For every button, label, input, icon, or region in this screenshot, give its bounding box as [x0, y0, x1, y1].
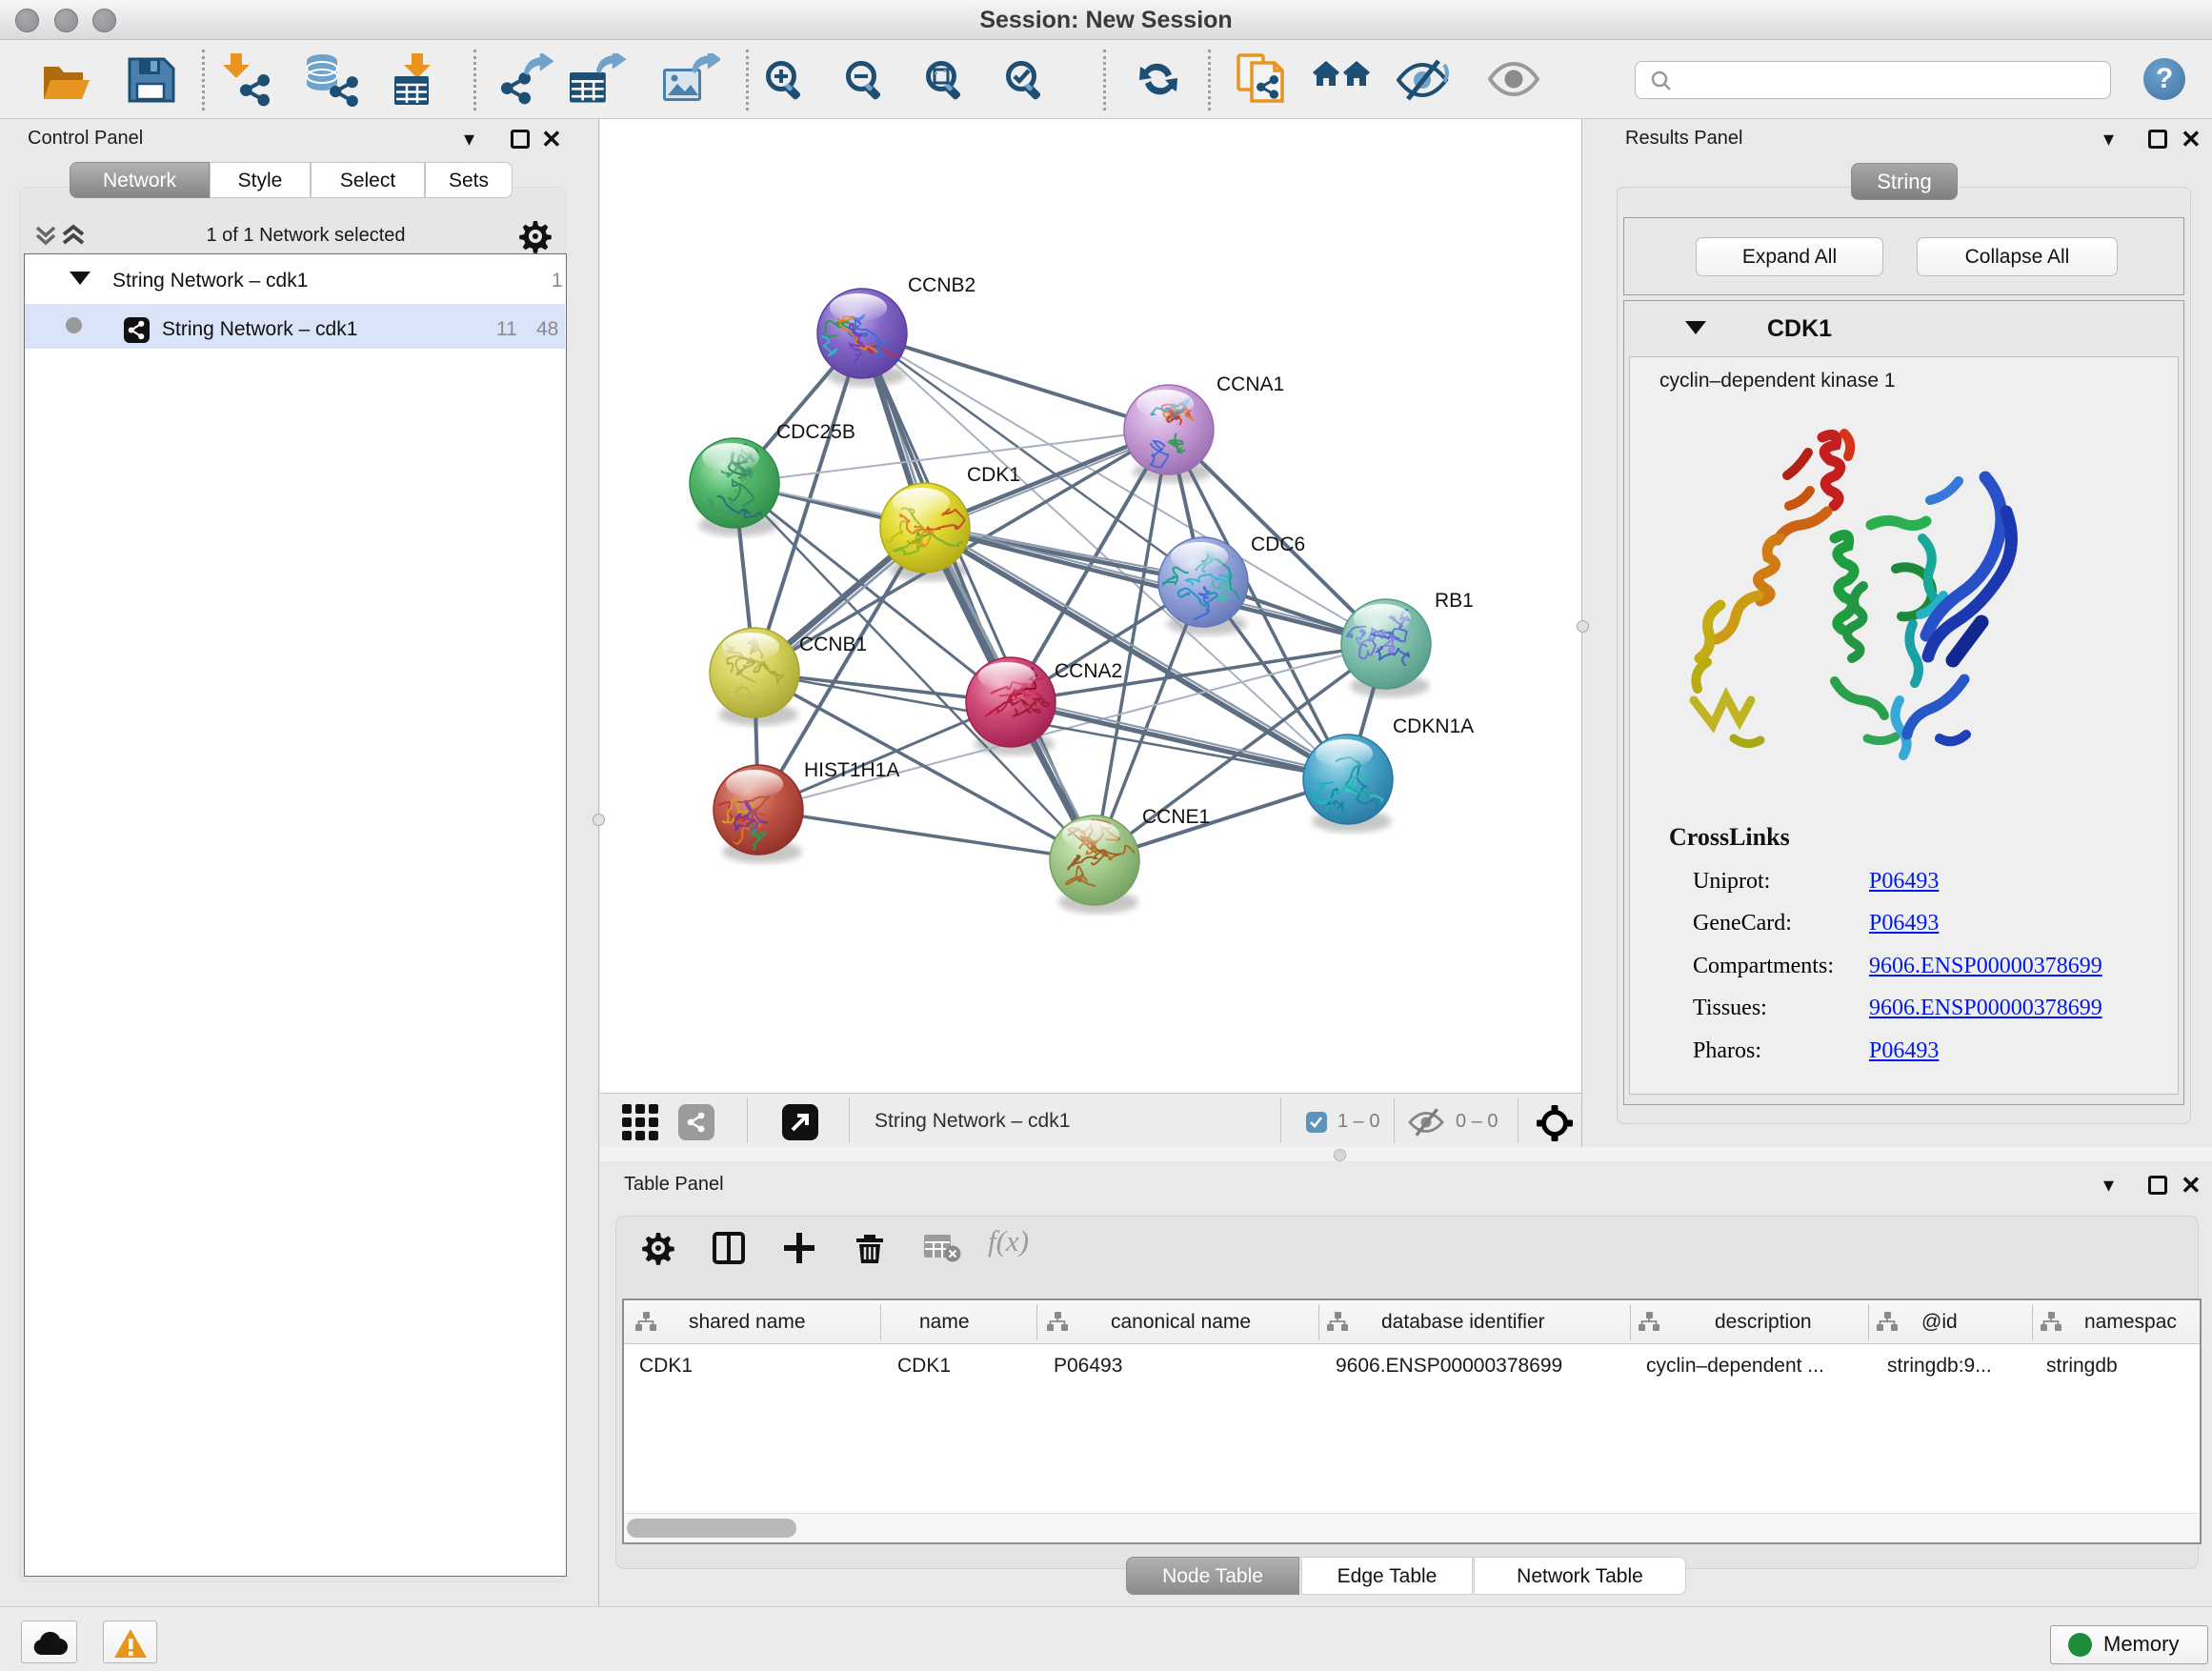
svg-text:RB1: RB1: [1435, 590, 1474, 612]
svg-text:CCNA2: CCNA2: [1055, 660, 1122, 682]
svg-text:CCNA1: CCNA1: [1217, 373, 1284, 395]
svg-text:CDK1: CDK1: [967, 464, 1020, 486]
svg-text:CDC6: CDC6: [1251, 534, 1305, 555]
svg-text:CCNB2: CCNB2: [908, 274, 975, 296]
svg-text:HIST1H1A: HIST1H1A: [804, 759, 899, 781]
svg-text:CCNB1: CCNB1: [799, 634, 867, 655]
svg-text:CDKN1A: CDKN1A: [1393, 715, 1474, 737]
svg-text:CDC25B: CDC25B: [776, 421, 855, 443]
svg-text:CCNE1: CCNE1: [1142, 806, 1210, 828]
